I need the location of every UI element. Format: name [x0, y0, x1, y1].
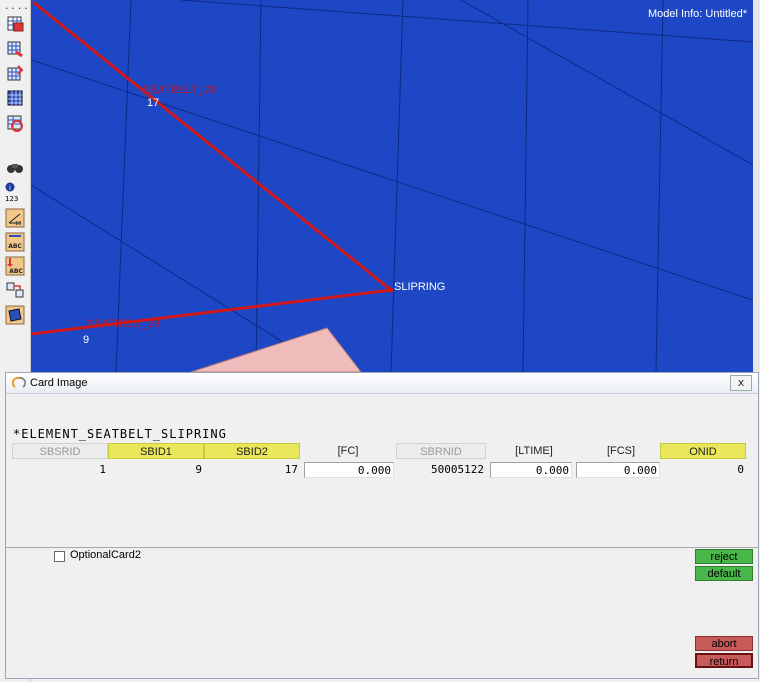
element-edit-icon[interactable]	[5, 39, 25, 59]
label-abc-icon[interactable]: ABC	[5, 232, 25, 252]
mesh-line	[460, 0, 753, 166]
field-value-fc[interactable]: 0.000	[304, 462, 394, 478]
default-button[interactable]: default	[695, 566, 753, 581]
model-info-label: Model Info: Untitled*	[647, 8, 747, 20]
field-label-fcs[interactable]: [FCS]	[582, 443, 660, 459]
field-label-ltime[interactable]: [LTIME]	[486, 443, 582, 459]
field-value-onid[interactable]: 0	[660, 462, 746, 478]
node-label-slipring: SLIPRING	[394, 281, 446, 293]
field-value-sbrnid[interactable]: 50005122	[396, 462, 486, 478]
measure-icon[interactable]: 10	[5, 208, 25, 228]
node-label-9: 9	[83, 334, 90, 346]
field-label-fc[interactable]: [FC]	[300, 443, 396, 459]
app-logo-icon	[12, 376, 26, 388]
mesh-line	[390, 0, 404, 372]
mesh-edit-icon[interactable]	[5, 64, 25, 84]
belt-label-bottom: SEATBELT_29	[87, 318, 160, 330]
mesh-line	[522, 0, 529, 372]
pink-part	[190, 327, 362, 372]
svg-text:ABC: ABC	[9, 268, 23, 275]
graphics-viewport[interactable]: Model Info: Untitled* SEATBELT_28 17 SEA…	[31, 0, 753, 372]
seatbelt-segment-1	[32, 0, 392, 292]
field-value-ltime[interactable]: 0.000	[490, 462, 572, 478]
field-label-onid[interactable]: ONID	[660, 443, 746, 459]
field-label-sbid1[interactable]: SBID1	[108, 443, 204, 459]
mesh-canvas	[31, 0, 753, 372]
mesh-line	[115, 0, 132, 372]
mesh-line	[180, 0, 753, 43]
field-label-sbrnid[interactable]: SBRNID	[396, 443, 486, 459]
label-abc-down-icon[interactable]: ABC	[5, 256, 25, 276]
abort-button[interactable]: abort	[695, 636, 753, 651]
field-label-sbsrid[interactable]: SBSRID	[12, 443, 108, 459]
card-editor-icon[interactable]	[5, 14, 25, 34]
field-value-sbid1[interactable]: 9	[108, 462, 204, 478]
svg-text:10: 10	[15, 221, 21, 227]
optional-card2-label: OptionalCard2	[70, 549, 141, 561]
field-value-sbid2[interactable]: 17	[204, 462, 300, 478]
mesh-line	[31, 59, 753, 301]
optional-card2-checkbox[interactable]	[54, 551, 65, 562]
section-divider	[6, 547, 758, 548]
reject-button[interactable]: reject	[695, 549, 753, 564]
info-label: 123	[5, 195, 19, 203]
card-image-dialog: Card Image x *ELEMENT_SEATBELT_SLIPRING …	[5, 372, 759, 679]
svg-text:ABC: ABC	[8, 243, 22, 250]
dialog-titlebar[interactable]: Card Image x	[6, 373, 758, 394]
svg-text:i: i	[9, 184, 11, 192]
transform-icon[interactable]	[5, 280, 25, 300]
slipring-node	[388, 287, 394, 293]
dialog-title: Card Image	[30, 377, 88, 389]
mesh-line	[655, 0, 664, 372]
field-value-sbsrid[interactable]: 1	[12, 462, 108, 478]
seatbelt-segment-2	[31, 288, 392, 336]
surface-icon[interactable]	[5, 305, 25, 325]
node-label-17: 17	[147, 97, 160, 109]
find-icon[interactable]	[5, 158, 25, 178]
field-label-sbid2[interactable]: SBID2	[204, 443, 300, 459]
card-keyword: *ELEMENT_SEATBELT_SLIPRING	[13, 427, 227, 441]
viewport-edge	[753, 0, 760, 372]
belt-label-top: SEATBELT_28	[143, 84, 216, 96]
mesh-icon[interactable]	[5, 88, 25, 108]
toolbar-grip[interactable]: ....	[4, 2, 30, 12]
field-value-fcs[interactable]: 0.000	[576, 462, 660, 478]
info-icon[interactable]: i 123	[5, 181, 25, 203]
return-button[interactable]: return	[695, 653, 753, 668]
close-button[interactable]: x	[730, 375, 752, 391]
collector-icon[interactable]	[5, 113, 25, 133]
